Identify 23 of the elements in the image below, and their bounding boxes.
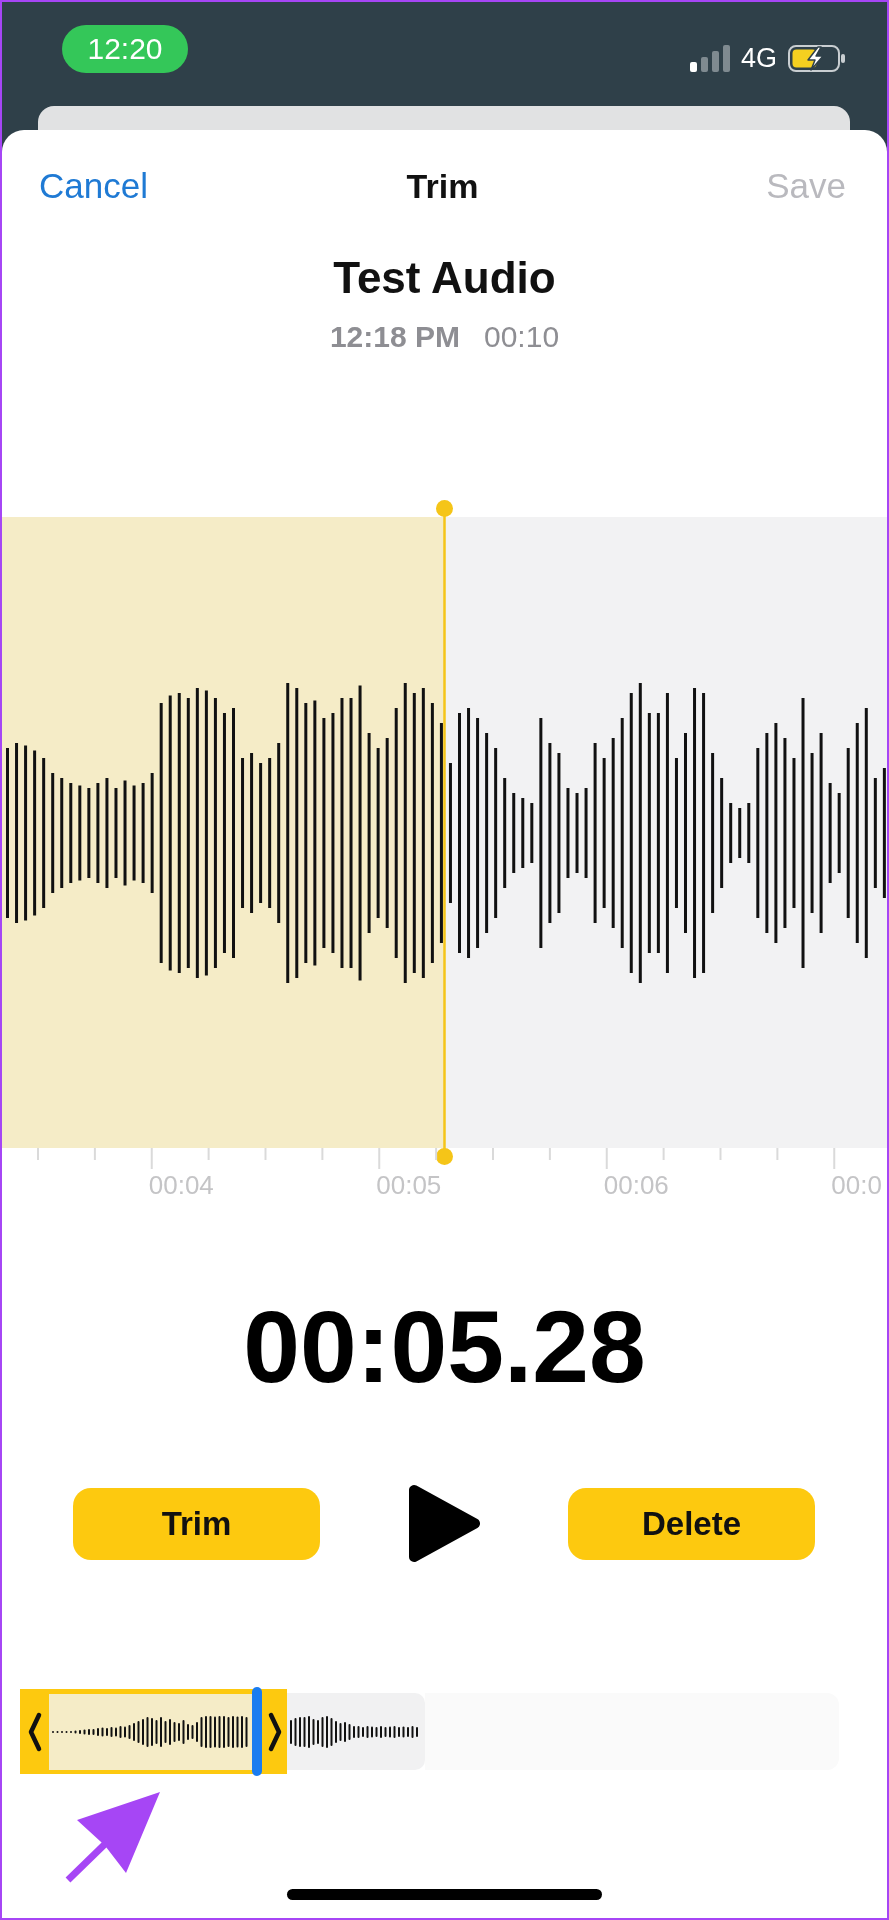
recording-duration: 00:10 [484, 319, 560, 355]
network-type: 4G [740, 44, 777, 72]
delete-button[interactable]: Delete [568, 1487, 815, 1560]
battery-charging-icon [788, 44, 846, 72]
cancel-button[interactable]: Cancel [39, 166, 148, 206]
signal-icon [689, 44, 730, 72]
recording-title: Test Audio [333, 252, 556, 304]
trim-button[interactable]: Trim [73, 1487, 320, 1560]
chevron-left-icon [26, 1711, 43, 1752]
chevron-right-icon [266, 1711, 283, 1752]
recording-time: 12:18 PM [329, 319, 460, 355]
trim-selection-frame[interactable] [20, 1689, 287, 1774]
timeline-label: 00:0 [831, 1169, 882, 1202]
timeline-label: 00:05 [376, 1169, 442, 1202]
timeline-label: 00:06 [603, 1169, 669, 1202]
play-button[interactable] [407, 1483, 481, 1564]
playhead-handle[interactable] [252, 1687, 262, 1776]
timeline-label: 00:04 [148, 1169, 214, 1202]
play-icon [407, 1483, 481, 1564]
status-time: 12:20 [62, 25, 188, 73]
current-time: 00:05.28 [243, 1289, 646, 1406]
screen-title: Trim [406, 166, 479, 206]
playhead[interactable] [436, 500, 453, 1165]
